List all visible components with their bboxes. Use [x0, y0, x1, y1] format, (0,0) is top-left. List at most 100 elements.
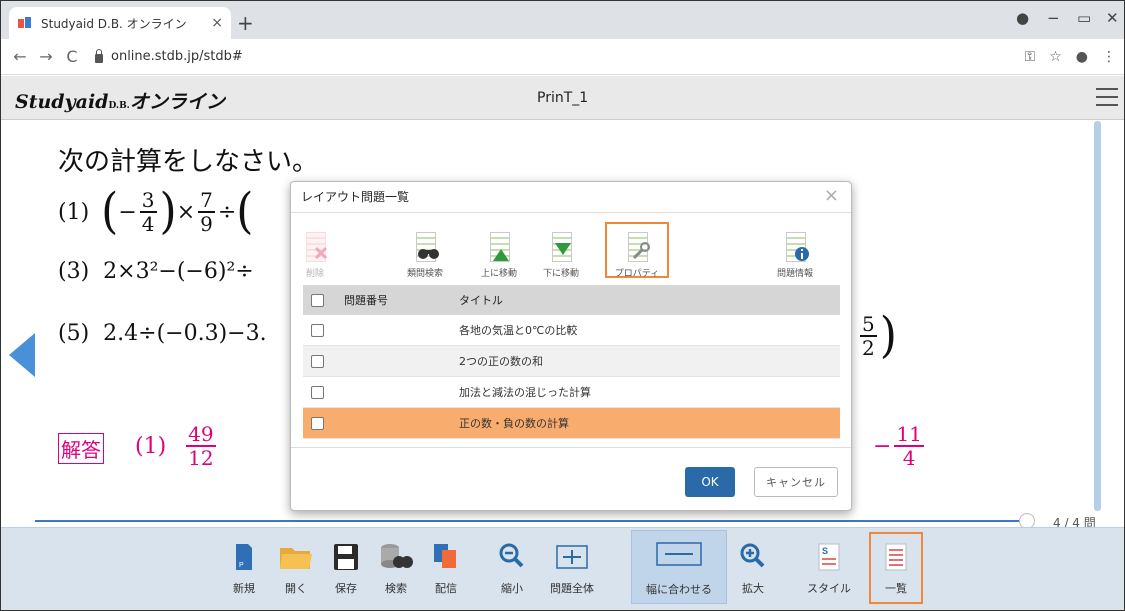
q1-fraction-2: 79	[198, 188, 215, 236]
address-bar-actions: ⚿ ☆ ● ⋮	[1025, 49, 1116, 65]
close-window-button[interactable]: ✕	[1106, 9, 1119, 27]
new-button[interactable]: P 新規	[219, 538, 269, 596]
search-button[interactable]: 検索	[371, 538, 421, 596]
zoom-in-label: 拡大	[742, 582, 764, 595]
key-icon[interactable]: ⚿	[1025, 49, 1036, 65]
save-button[interactable]: 保存	[321, 538, 371, 596]
distribute-icon	[421, 538, 471, 574]
save-label: 保存	[335, 582, 357, 595]
move-down-tool-button[interactable]: 下に移動	[529, 230, 593, 279]
move-up-tool-label: 上に移動	[480, 269, 517, 279]
logo-small: D.B.	[108, 101, 130, 111]
forward-button[interactable]: →	[33, 47, 59, 66]
move-down-icon	[548, 230, 574, 266]
zoom-in-button[interactable]: 拡大	[728, 538, 778, 596]
reload-button[interactable]: C	[59, 47, 85, 66]
fit-width-button[interactable]: 幅に合わせる	[631, 530, 727, 604]
q5-fraction: 52	[860, 312, 877, 360]
back-button[interactable]: ←	[7, 47, 33, 66]
document-title: PrinT_1	[537, 90, 589, 106]
style-label: スタイル	[807, 582, 851, 595]
logo-suffix: オンライン	[129, 91, 225, 113]
fit-all-button[interactable]: 問題全体	[541, 538, 603, 596]
layout-question-list-dialog: レイアウト問題一覧 × 削除 類問検索 上に移動 下に移動 プロパティ 問題情報	[290, 181, 852, 511]
hamburger-menu-icon[interactable]	[1096, 88, 1118, 106]
fit-width-icon	[632, 539, 726, 575]
svg-text:S: S	[822, 546, 828, 556]
restore-button[interactable]: ▭	[1077, 9, 1091, 27]
q1-label: (1)	[58, 199, 90, 225]
row-checkbox[interactable]	[311, 323, 324, 337]
select-all-checkbox[interactable]	[311, 293, 324, 307]
app-logo: StudyaidD.B.オンライン	[15, 87, 225, 114]
zoom-out-button[interactable]: 縮小	[487, 538, 537, 596]
move-up-tool-button[interactable]: 上に移動	[467, 230, 531, 279]
vertical-scrollbar[interactable]	[1094, 121, 1101, 511]
question-info-tool-button[interactable]: 問題情報	[763, 230, 827, 279]
q1-fraction-1: 34	[139, 188, 157, 236]
dialog-close-icon[interactable]: ×	[824, 185, 839, 206]
delete-doc-icon	[302, 230, 328, 266]
question-1: (1) ( − 34 ) × 79 ÷ (	[58, 183, 254, 240]
profile-dot-icon[interactable]: ●	[1016, 9, 1029, 27]
app-header: StudyaidD.B.オンライン PrinT_1	[1, 76, 1124, 120]
favicon-icon	[17, 16, 33, 30]
lock-icon	[95, 49, 103, 63]
dialog-title: レイアウト問題一覧	[301, 190, 410, 204]
browser-tab[interactable]: Studyaid D.B. オンライン ×	[9, 7, 231, 39]
properties-icon	[624, 230, 650, 266]
menu-dots-icon[interactable]: ⋮	[1102, 49, 1116, 65]
list-button[interactable]: 一覧	[869, 532, 923, 604]
fit-all-label: 問題全体	[550, 582, 594, 595]
properties-tool-button[interactable]: プロパティ	[605, 222, 669, 279]
fit-all-icon	[541, 538, 603, 574]
row-checkbox[interactable]	[311, 416, 324, 430]
tab-close-icon[interactable]: ×	[211, 15, 223, 31]
style-button[interactable]: S スタイル	[801, 538, 857, 596]
q3-label: (3)	[58, 259, 90, 284]
similar-search-tool-label: 類問検索	[406, 269, 443, 279]
address-bar: ← → C online.stdb.jp/stdb# ⚿ ☆ ● ⋮	[1, 39, 1124, 75]
row-title: 正の数・負の数の計算	[459, 417, 569, 430]
new-doc-icon: P	[219, 538, 269, 574]
logo-main: Studyaid	[15, 91, 109, 113]
page-progress-track	[35, 520, 1025, 522]
star-icon[interactable]: ☆	[1049, 49, 1062, 65]
dialog-divider	[291, 212, 851, 213]
ok-button[interactable]: OK	[685, 467, 735, 497]
url-field[interactable]: online.stdb.jp/stdb#	[95, 49, 243, 64]
cancel-button[interactable]: キャンセル	[754, 467, 838, 497]
tab-title: Studyaid D.B. オンライン	[41, 16, 187, 31]
list-row-selected[interactable]: 正の数・負の数の計算	[303, 408, 840, 439]
open-button[interactable]: 開く	[271, 538, 321, 596]
database-search-icon	[371, 538, 421, 574]
delete-tool-button[interactable]: 削除	[283, 230, 347, 279]
folder-icon	[271, 538, 321, 574]
question-info-tool-label: 問題情報	[776, 269, 813, 279]
move-down-tool-label: 下に移動	[542, 269, 579, 279]
zoom-out-icon	[487, 538, 537, 574]
distribute-label: 配信	[435, 582, 457, 595]
row-checkbox[interactable]	[311, 354, 324, 368]
q5-expr: 2.4÷(−0.3)−3.	[103, 321, 267, 346]
a-last-fraction: 11 4	[894, 422, 924, 470]
binoculars-icon	[412, 230, 439, 266]
q1-times: ×	[176, 199, 196, 225]
zoom-out-label: 縮小	[501, 582, 523, 595]
question-heading: 次の計算をしなさい。	[58, 147, 319, 177]
list-row[interactable]: 各地の気温と0℃の比較	[303, 315, 840, 346]
distribute-button[interactable]: 配信	[421, 538, 471, 596]
delete-tool-label: 削除	[305, 269, 324, 279]
list-row[interactable]: 加法と減法の混じった計算	[303, 377, 840, 408]
profile-icon[interactable]: ●	[1076, 49, 1088, 65]
app-window: Studyaid D.B. オンライン × + ● − ▭ ✕ ← → C on…	[0, 0, 1125, 611]
style-doc-icon: S	[801, 538, 857, 574]
new-tab-button[interactable]: +	[237, 11, 254, 35]
list-header-row: 問題番号 タイトル	[303, 285, 840, 315]
previous-page-arrow-icon[interactable]	[9, 333, 35, 377]
similar-search-tool-button[interactable]: 類問検索	[393, 230, 457, 279]
row-checkbox[interactable]	[311, 385, 324, 399]
minimize-button[interactable]: −	[1047, 9, 1060, 27]
list-row[interactable]: 2つの正の数の和	[303, 346, 840, 377]
question-5-tail: 52 )	[860, 307, 897, 364]
